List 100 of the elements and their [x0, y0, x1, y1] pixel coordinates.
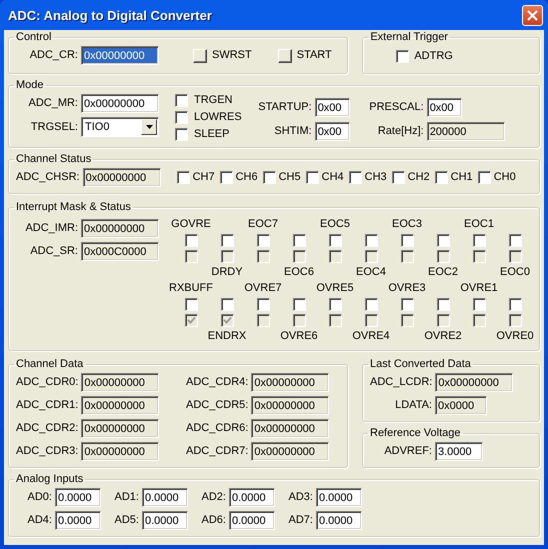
bit-label: OVRE4: [352, 330, 390, 342]
button-label: START: [296, 50, 332, 61]
checkbox[interactable]: [392, 171, 405, 184]
input-field[interactable]: 0x00000000: [81, 442, 160, 461]
checkbox[interactable]: [220, 298, 234, 310]
checkbox[interactable]: [328, 234, 342, 246]
input-field[interactable]: 0x00000000: [251, 373, 330, 392]
input-field[interactable]: 0x00: [314, 122, 350, 141]
input-field[interactable]: 200000: [426, 122, 505, 141]
input-field[interactable]: 0x00000000: [81, 46, 159, 65]
push-button[interactable]: [193, 48, 207, 62]
checkbox[interactable]: [256, 250, 270, 262]
close-button[interactable]: [522, 4, 543, 26]
checkbox[interactable]: [184, 314, 198, 326]
checkbox[interactable]: [220, 250, 234, 262]
input-field[interactable]: 0x00000000: [251, 419, 330, 438]
bit-label: ENDRX: [208, 330, 246, 342]
checkbox[interactable]: [256, 314, 270, 326]
checkbox[interactable]: [364, 298, 378, 310]
checkbox[interactable]: [396, 50, 410, 63]
checkbox[interactable]: [292, 314, 306, 326]
checkbox[interactable]: [508, 250, 522, 262]
checkbox[interactable]: [175, 94, 188, 107]
checkbox[interactable]: [306, 171, 319, 184]
input-field[interactable]: 0x00: [426, 98, 462, 117]
input-field[interactable]: 0.0000: [316, 511, 362, 530]
input-field[interactable]: 0x00000000: [81, 373, 160, 392]
checkbox[interactable]: [364, 234, 378, 246]
input-field[interactable]: 0x00000000: [251, 396, 330, 415]
push-button[interactable]: [278, 48, 292, 62]
checkbox[interactable]: [400, 234, 414, 246]
checkbox-label: CH0: [494, 172, 516, 183]
checkbox[interactable]: [508, 298, 522, 310]
checkbox[interactable]: [256, 298, 270, 310]
input-field[interactable]: 0x00000000: [435, 373, 514, 392]
checkbox-label: ADTRG: [414, 51, 453, 62]
checkbox[interactable]: [328, 314, 342, 326]
checkbox[interactable]: [436, 314, 450, 326]
input-field[interactable]: 0x00000000: [81, 94, 159, 113]
checkbox[interactable]: [436, 298, 450, 310]
checkbox[interactable]: [328, 298, 342, 310]
checkbox[interactable]: [292, 250, 306, 262]
bit-label: EOC4: [356, 266, 386, 278]
input-field[interactable]: 0.0000: [142, 511, 188, 530]
bit-label: EOC5: [320, 218, 350, 230]
bit-label: RXBUFF: [169, 282, 213, 294]
checkbox[interactable]: [184, 298, 198, 310]
input-field[interactable]: 0x0000: [435, 396, 487, 415]
checkbox[interactable]: [262, 171, 276, 184]
input-field[interactable]: 0.0000: [55, 511, 101, 530]
input-field[interactable]: 0x00000000: [251, 442, 330, 461]
input-field[interactable]: 0.0000: [229, 511, 275, 530]
checkbox[interactable]: [348, 171, 362, 184]
group-title: Channel Data: [15, 359, 84, 370]
checkbox[interactable]: [400, 298, 414, 310]
checkbox[interactable]: [508, 234, 522, 246]
input-field[interactable]: 0x00000000: [82, 168, 161, 187]
checkbox[interactable]: [436, 250, 450, 262]
input-field[interactable]: 3.0000: [435, 442, 483, 461]
checkbox[interactable]: [508, 314, 522, 326]
checkbox[interactable]: [434, 171, 448, 184]
checkbox[interactable]: [220, 234, 234, 246]
input-field[interactable]: 0.0000: [142, 488, 188, 507]
dropdown[interactable]: TIO0: [81, 117, 159, 137]
checkbox[interactable]: [472, 250, 486, 262]
checkbox[interactable]: [478, 171, 491, 184]
checkbox[interactable]: [436, 234, 450, 246]
checkbox[interactable]: [472, 234, 486, 246]
checkbox[interactable]: [220, 171, 233, 184]
checkbox-label: SLEEP: [194, 129, 230, 140]
checkbox[interactable]: [328, 250, 342, 262]
field-label: ADC_CDR5:: [186, 400, 248, 411]
input-field[interactable]: 0x00: [314, 98, 350, 117]
checkbox[interactable]: [292, 234, 306, 246]
field-label: AD5:: [114, 515, 139, 526]
checkbox[interactable]: [364, 314, 378, 326]
checkbox[interactable]: [175, 111, 188, 124]
checkbox[interactable]: [400, 250, 414, 262]
checkbox[interactable]: [472, 314, 486, 326]
checkbox[interactable]: [176, 171, 190, 184]
checkbox[interactable]: [184, 250, 198, 262]
checkbox[interactable]: [364, 250, 378, 262]
checkbox-label: LOWRES: [194, 112, 242, 123]
input-field[interactable]: 0x00000000: [81, 396, 160, 415]
checkbox[interactable]: [472, 298, 486, 310]
input-field[interactable]: 0x00000000: [81, 419, 160, 438]
input-field[interactable]: 0x00000000: [81, 219, 159, 238]
field-label: ADC_CHSR:: [16, 172, 80, 183]
checkbox[interactable]: [292, 298, 306, 310]
checkbox[interactable]: [184, 234, 198, 246]
field-label: ADC_IMR:: [24, 223, 78, 234]
checkbox[interactable]: [400, 314, 414, 326]
field-label: PRESCAL:: [368, 102, 424, 113]
input-field[interactable]: 0.0000: [55, 488, 101, 507]
input-field[interactable]: 0x000C0000: [81, 242, 159, 261]
checkbox[interactable]: [220, 314, 234, 326]
input-field[interactable]: 0.0000: [316, 488, 362, 507]
input-field[interactable]: 0.0000: [229, 488, 275, 507]
checkbox[interactable]: [175, 128, 188, 141]
checkbox[interactable]: [256, 234, 270, 246]
